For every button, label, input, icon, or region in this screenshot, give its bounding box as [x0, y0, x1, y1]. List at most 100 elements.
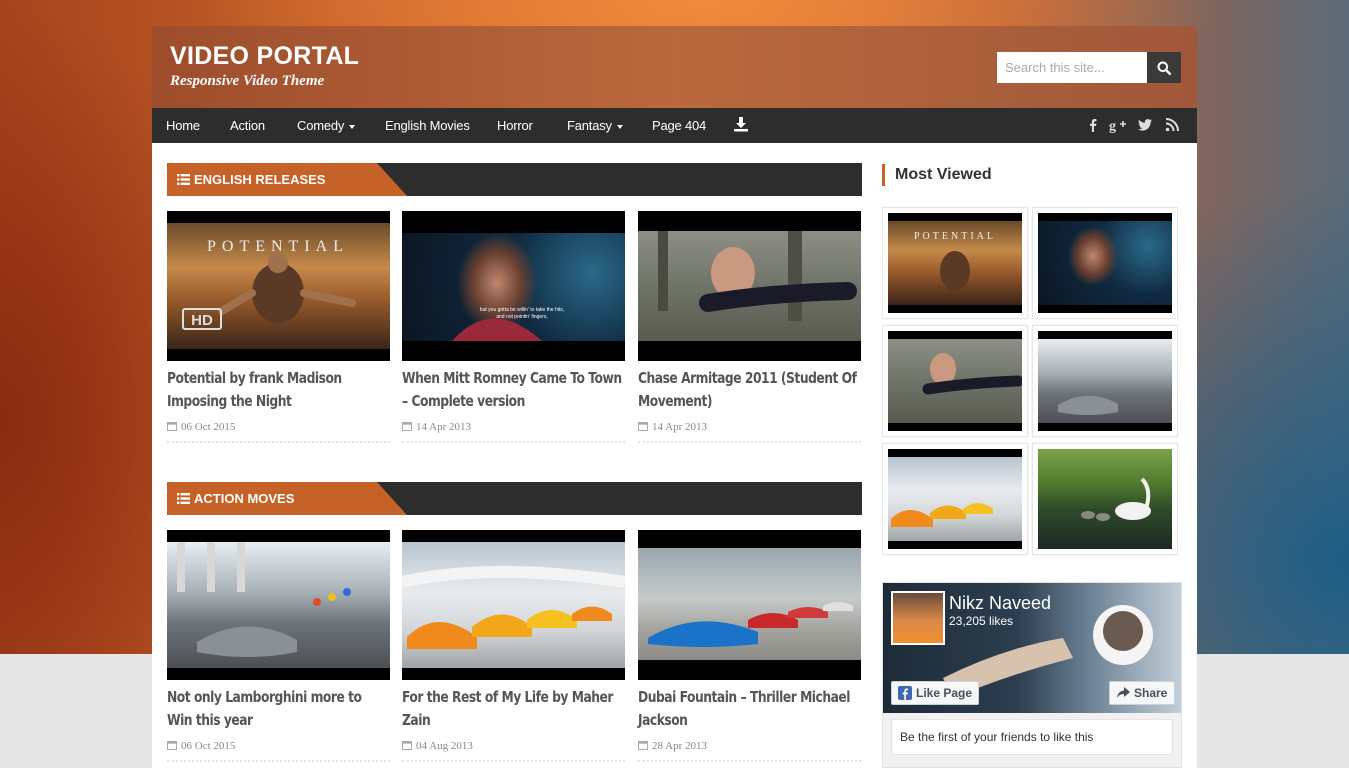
like-page-button[interactable]: Like Page — [891, 681, 979, 705]
main-nav: Home Action Comedy English Movies Horror… — [152, 108, 1197, 143]
post-date-text: 14 Apr 2013 — [652, 421, 707, 433]
lamborghini-thumbnail-art — [177, 542, 351, 657]
most-viewed-title: Most Viewed — [882, 164, 992, 186]
most-viewed-item[interactable] — [1032, 325, 1178, 437]
facebook-page-avatar[interactable] — [891, 591, 945, 645]
share-arrow-icon — [1117, 687, 1130, 698]
most-viewed-item[interactable] — [882, 443, 1028, 555]
svg-text:but you gotta be willin' to ta: but you gotta be willin' to take the hit… — [480, 307, 564, 313]
share-button[interactable]: Share — [1109, 681, 1175, 705]
post-card: but you gotta be willin' to take the hit… — [402, 211, 625, 443]
most-viewed-item[interactable] — [882, 325, 1028, 437]
rss-icon[interactable] — [1164, 117, 1180, 133]
nav-item-page-404[interactable]: Page 404 — [652, 108, 706, 143]
nav-item-home[interactable]: Home — [166, 108, 200, 143]
post-date: 14 Apr 2013 — [402, 421, 625, 443]
chase-thumbnail-art — [658, 231, 857, 321]
nav-label: English Movies — [385, 118, 470, 133]
facebook-page-name[interactable]: Nikz Naveed — [949, 593, 1051, 614]
nav-item-fantasy[interactable]: Fantasy — [567, 108, 623, 143]
nav-label: Comedy — [297, 118, 345, 133]
caret-down-icon — [616, 124, 623, 129]
section-header-action-moves: ACTION MOVES — [167, 482, 862, 515]
post-thumbnail[interactable]: POTENTIAL HD — [167, 211, 390, 361]
share-label: Share — [1134, 686, 1168, 700]
list-icon — [177, 174, 190, 185]
post-thumbnail[interactable] — [167, 530, 390, 680]
nav-item-download[interactable] — [733, 108, 749, 143]
post-thumbnail[interactable]: but you gotta be willin' to take the hit… — [402, 211, 625, 361]
site-tagline: Responsive Video Theme — [170, 73, 325, 89]
post-date-text: 04 Aug 2013 — [416, 740, 473, 752]
search-input[interactable] — [997, 52, 1147, 83]
post-title[interactable]: Dubai Fountain – Thriller Michael Jackso… — [638, 686, 859, 732]
post-title[interactable]: Chase Armitage 2011 (Student Of Movement… — [638, 367, 859, 413]
post-card: POTENTIAL HD Potential by frank Madison … — [167, 211, 390, 443]
calendar-icon — [638, 741, 648, 750]
calendar-icon — [402, 422, 412, 431]
site-title[interactable]: VIDEO PORTAL — [170, 42, 359, 71]
search-button[interactable] — [1147, 52, 1181, 83]
post-date: 28 Apr 2013 — [638, 740, 861, 762]
svg-text:HD: HD — [191, 312, 213, 329]
nav-item-action[interactable]: Action — [230, 108, 265, 143]
post-title[interactable]: Not only Lamborghini more to Win this ye… — [167, 686, 388, 732]
site-container: VIDEO PORTAL Responsive Video Theme Home… — [152, 26, 1197, 768]
post-date-text: 28 Apr 2013 — [652, 740, 707, 752]
section-header-english-releases: ENGLISH RELEASES — [167, 163, 862, 196]
calendar-icon — [402, 741, 412, 750]
post-title[interactable]: For the Rest of My Life by Maher Zain — [402, 686, 623, 732]
nav-item-comedy[interactable]: Comedy — [297, 108, 356, 143]
facebook-cover: Nikz Naveed 23,205 likes Like Page Share — [883, 583, 1181, 713]
section-title: ACTION MOVES — [194, 491, 295, 506]
nav-label: Home — [166, 118, 200, 133]
post-card: Dubai Fountain – Thriller Michael Jackso… — [638, 530, 861, 762]
post-date-text: 06 Oct 2015 — [181, 421, 236, 433]
post-thumbnail[interactable] — [638, 530, 861, 680]
post-thumbnail[interactable] — [402, 530, 625, 680]
nav-label: Action — [230, 118, 265, 133]
post-card: Not only Lamborghini more to Win this ye… — [167, 530, 390, 762]
lamborghini-thumbnail-art — [1058, 395, 1118, 415]
nav-item-horror[interactable]: Horror — [497, 108, 533, 143]
calendar-icon — [638, 422, 648, 431]
google-plus-icon[interactable]: g — [1109, 117, 1127, 133]
twitter-icon[interactable] — [1137, 117, 1153, 133]
potential-thumbnail-art: POTENTIAL HD — [182, 238, 356, 330]
svg-text:POTENTIAL: POTENTIAL — [207, 238, 349, 255]
search-icon — [1157, 61, 1171, 75]
nav-label: Fantasy — [567, 118, 612, 133]
svg-text:and not pointin' fingers,: and not pointin' fingers, — [496, 314, 548, 320]
post-thumbnail[interactable] — [638, 211, 861, 361]
post-date: 06 Oct 2015 — [167, 740, 390, 762]
nav-label: Page 404 — [652, 118, 707, 133]
most-viewed-item[interactable]: POTENTIAL — [882, 207, 1028, 319]
facebook-like-count: 23,205 likes — [949, 614, 1014, 628]
caret-down-icon — [349, 124, 356, 129]
post-date: 14 Apr 2013 — [638, 421, 861, 443]
post-date-text: 14 Apr 2013 — [416, 421, 471, 433]
post-card: For the Rest of My Life by Maher Zain 04… — [402, 530, 625, 762]
potential-thumbnail-art: POTENTIAL — [914, 231, 993, 291]
nav-item-english-movies[interactable]: English Movies — [385, 108, 470, 143]
orange-cars-thumbnail-art — [891, 503, 993, 527]
calendar-icon — [167, 422, 177, 431]
download-icon — [734, 117, 748, 132]
post-title[interactable]: Potential by frank Madison Imposing the … — [167, 367, 388, 413]
list-icon — [177, 493, 190, 504]
chase-thumbnail-art — [922, 353, 1022, 395]
most-viewed-item[interactable] — [1032, 207, 1178, 319]
site-header: VIDEO PORTAL Responsive Video Theme — [152, 26, 1197, 108]
swan-thumbnail-art — [1081, 477, 1151, 521]
section-tag[interactable]: ENGLISH RELEASES — [167, 163, 407, 196]
post-date: 04 Aug 2013 — [402, 740, 625, 762]
svg-text:g: g — [1109, 119, 1116, 133]
post-title[interactable]: When Mitt Romney Came To Town – Complete… — [402, 367, 623, 413]
nav-label: Horror — [497, 118, 533, 133]
post-date: 06 Oct 2015 — [167, 421, 390, 443]
post-card: Chase Armitage 2011 (Student Of Movement… — [638, 211, 861, 443]
facebook-icon[interactable] — [1085, 117, 1101, 133]
most-viewed-item[interactable] — [1032, 443, 1178, 555]
orange-cars-thumbnail-art — [402, 566, 625, 649]
section-tag[interactable]: ACTION MOVES — [167, 482, 407, 515]
